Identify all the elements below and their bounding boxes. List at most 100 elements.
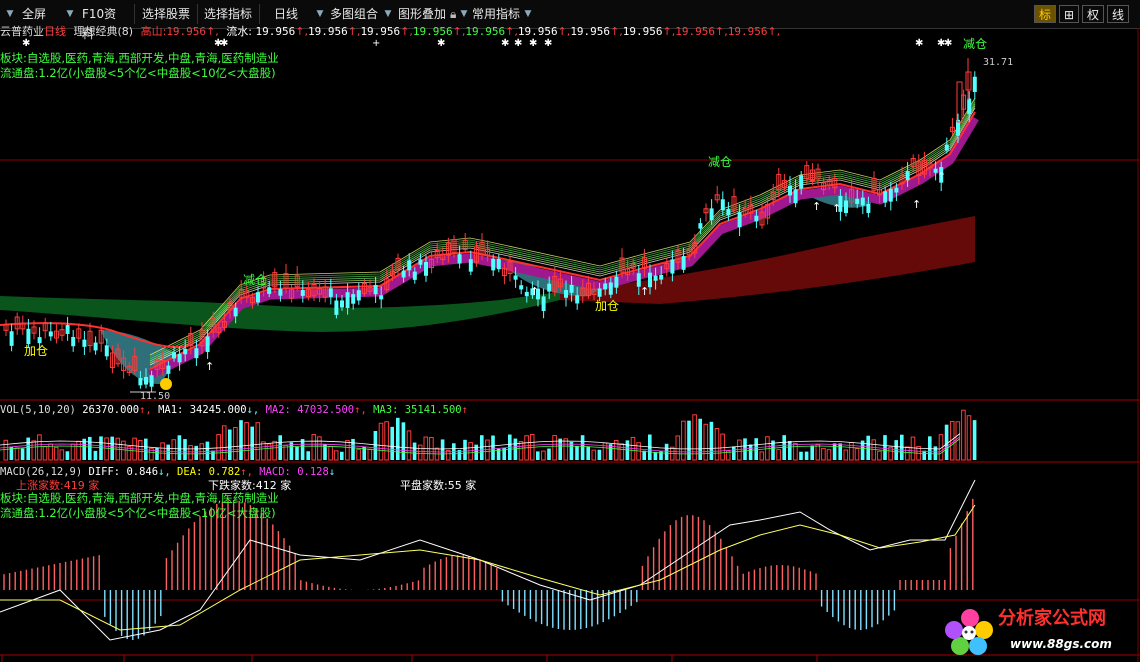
candle-body (104, 345, 109, 357)
volume-bar (228, 429, 232, 460)
candle-body (894, 187, 899, 193)
up-arrow-icon: ↑ (640, 285, 649, 298)
watermark: 分析家公式网 www.88gs.com (940, 606, 1140, 662)
candle-body (412, 271, 417, 280)
flow-value: 19.956 (255, 25, 296, 38)
flow-value: 19.956 (622, 25, 663, 38)
candle-body (351, 294, 356, 304)
candle-body (144, 376, 148, 385)
volume-bar (547, 448, 551, 460)
volume-bar (37, 434, 42, 461)
candle-body (93, 342, 98, 351)
volume-bar (810, 445, 814, 460)
candle-body (788, 185, 792, 196)
volume-bar (748, 444, 753, 460)
volume-bar (373, 431, 378, 460)
candle-body (468, 259, 473, 272)
volume-bar (972, 420, 977, 460)
volume-bar (558, 438, 562, 460)
volume-bar (121, 440, 126, 461)
volume-bar (194, 445, 198, 460)
volume-bar (541, 450, 546, 461)
star-marker: ✱ (501, 38, 509, 49)
candle-body (737, 212, 742, 228)
volume-bar (692, 414, 697, 461)
candle-body (883, 191, 888, 203)
flow-value: 19.956 (727, 25, 768, 38)
volume-bar (754, 438, 758, 460)
candle-body (614, 276, 619, 288)
candle-body (793, 189, 798, 204)
main-header: 云普药业日线 理想经典(8) 高山:19.956↑, 流水: 19.956↑,1… (0, 25, 781, 38)
volume-bar (563, 438, 569, 461)
candle-body (659, 274, 664, 280)
volume-bar (65, 451, 70, 460)
volume-bar (401, 422, 406, 460)
candle-body (944, 144, 949, 151)
up-arrow-icon: ↑ (912, 198, 921, 211)
candle-body (345, 292, 350, 308)
candle-body (379, 295, 384, 300)
volume-bar (221, 425, 227, 461)
candle-body (547, 283, 552, 292)
macd-header: MACD(26,12,9) DIFF: 0.846↓, DEA: 0.782↑,… (0, 466, 336, 478)
volume-bar (211, 450, 215, 460)
candle-body (233, 307, 238, 317)
vol-header: VOL(5,10,20) 26370.000↑, MA1: 34245.000↓… (0, 404, 468, 416)
flow-value: 19.956 (360, 25, 401, 38)
candle-body (720, 199, 725, 211)
volume-bar (333, 450, 339, 461)
flow-value: 19.956 (675, 25, 715, 38)
volume-bar (838, 443, 842, 460)
star-marker: ✱ (544, 38, 552, 49)
volume-bar (737, 439, 742, 461)
high-value: 19.956 (166, 25, 207, 38)
volume-bar (619, 443, 625, 461)
volume-bar (351, 438, 355, 460)
kline-chart[interactable]: ✱ ✱✱ + ✱ ✱ ✱ ✱ ✱ ✱ ✱✱↑↑ ↑↑ ↑ ↑↑ (0, 0, 1140, 662)
candle-body (513, 275, 518, 280)
high-label: 高山: (140, 25, 167, 38)
candle-body (754, 215, 759, 222)
candle-body (653, 275, 658, 281)
volume-bar (905, 446, 910, 461)
volume-bar (390, 426, 394, 460)
volume-bar (261, 441, 266, 461)
candle-body (183, 348, 188, 355)
star-marker: ✱ (220, 38, 228, 49)
volume-bar (866, 435, 870, 460)
volume-bar (709, 421, 714, 460)
volume-bar (378, 422, 384, 461)
flow-value: 19.956 (307, 25, 348, 38)
volume-bar (759, 451, 765, 461)
star-marker: ✱ (437, 38, 445, 49)
volume-bar (255, 422, 261, 461)
volume-bar (961, 409, 966, 461)
volume-bar (518, 440, 524, 461)
volume-bar (597, 449, 602, 460)
volume-bar (216, 434, 221, 461)
candle-body (855, 198, 860, 204)
volume-bar (703, 423, 709, 461)
candle-body (300, 289, 305, 296)
star-marker: ✱ (22, 38, 30, 49)
candle-body (860, 197, 865, 206)
candle-body (278, 288, 283, 296)
stock-name: 云普药业 (0, 25, 44, 38)
candle-body (457, 254, 462, 264)
volume-bar (177, 435, 182, 460)
candle-body (407, 260, 412, 271)
volume-bar (59, 449, 65, 461)
candle-body (844, 200, 848, 214)
candle-body (82, 339, 87, 347)
volume-bar (188, 445, 193, 461)
volume-bar (356, 448, 361, 461)
volume-bar (340, 451, 344, 460)
candle-body (496, 258, 501, 270)
volume-bar (485, 439, 490, 461)
volume-bar (491, 435, 495, 460)
volume-bar (720, 433, 725, 461)
macd-dea-line (0, 504, 976, 631)
candle-body (256, 292, 260, 303)
up-arrow-icon: ↑ (205, 360, 214, 373)
